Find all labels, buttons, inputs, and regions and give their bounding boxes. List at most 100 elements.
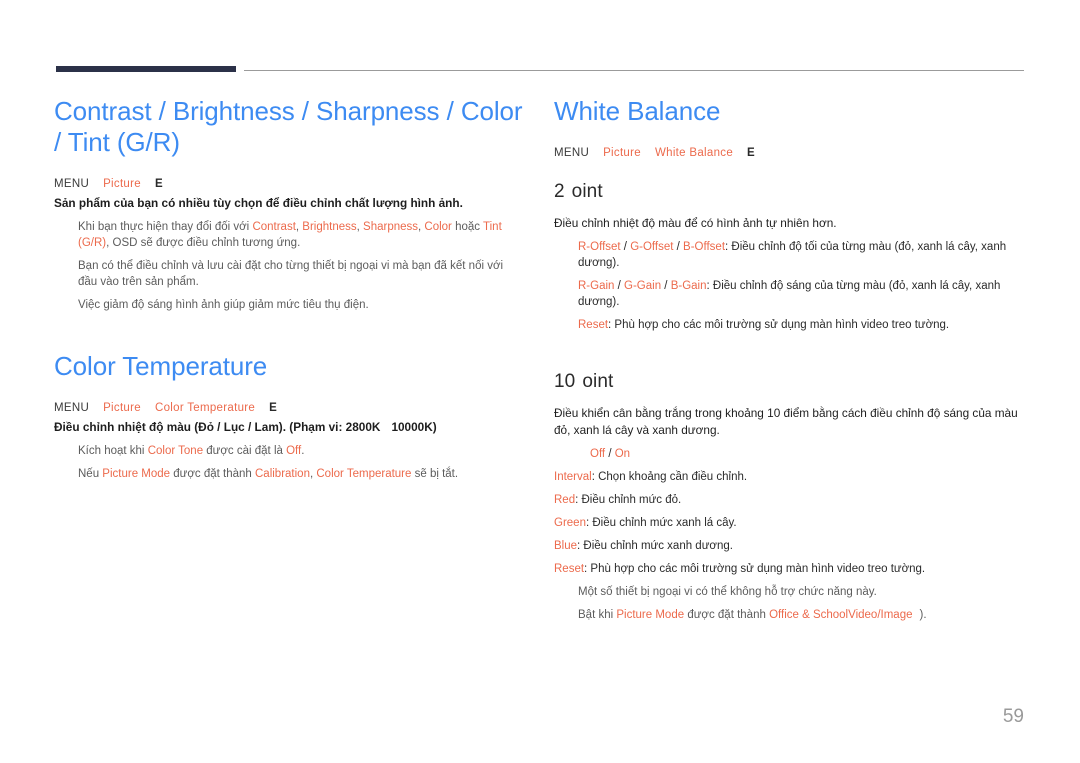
- highlight-g-gain: G-Gain: [624, 280, 662, 292]
- section1-bullet-3: Việc giảm độ sáng hình ảnh giúp giảm mức…: [78, 299, 369, 311]
- right-column: White Balance MENU Picture White Balance E …: [554, 96, 1024, 623]
- header-rule: [56, 66, 1024, 72]
- section1-lead-text: Sản phẩm của bạn có nhiều tùy chọn để đi…: [54, 196, 463, 210]
- highlight-color-temperature: Color Temperature: [316, 468, 412, 480]
- highlight-blue: Blue: [554, 540, 578, 552]
- header-thin-line: [244, 70, 1024, 71]
- page-number: 59: [1002, 706, 1024, 727]
- sub2-onoff-option: Off / On: [590, 446, 1024, 462]
- bullet-text: sẽ bị tắt.: [411, 468, 459, 480]
- menu-path-item-picture: Picture: [103, 178, 141, 190]
- note-text: Bật khi: [578, 609, 617, 621]
- highlight-color: Color: [424, 221, 452, 233]
- left-column: Contrast / Brightness / Sharpness / Colo…: [54, 96, 524, 482]
- highlight-red: Red: [554, 494, 576, 506]
- sub2-note-2: Bật khi Picture Mode được đặt thành Offi…: [578, 607, 1024, 623]
- subheading-number: 2: [554, 181, 565, 202]
- sub1-bullet-offset: R-Offset / G-Offset / B-Offset: Điều chỉ…: [578, 239, 1024, 271]
- highlight-b-offset: B-Offset: [683, 241, 726, 253]
- page-title-color-temperature: Color Temperature: [54, 351, 268, 381]
- highlight-r-gain: R-Gain: [578, 280, 615, 292]
- separator: /: [661, 280, 671, 292]
- menu-path-white-balance: MENU Picture White Balance E: [554, 147, 1024, 159]
- menu-path-color-temperature: MENU Picture Color Temperature E: [54, 402, 524, 414]
- highlight-interval: Interval: [554, 471, 592, 483]
- subheading-word: oint: [571, 181, 603, 202]
- note-text: ).: [919, 609, 927, 621]
- page-title-white-balance: White Balance: [554, 96, 721, 126]
- highlight-video-image: Video/Image: [848, 609, 913, 621]
- option-on: On: [614, 448, 631, 460]
- sub2-bullet-reset: Reset: Phù hợp cho các môi trường sử dụn…: [554, 561, 1024, 577]
- bullet-text: được đặt thành: [170, 468, 255, 480]
- highlight-off: Off: [286, 445, 302, 457]
- lead-range-start: Điều chỉnh nhiệt độ màu (Đỏ / Lục / Lam)…: [54, 420, 381, 434]
- bullet-text: : Điều chỉnh mức xanh dương.: [577, 540, 733, 552]
- highlight-reset: Reset: [578, 319, 609, 331]
- section2-lead-text: Điều chỉnh nhiệt độ màu (Đỏ / Lục / Lam)…: [54, 419, 524, 436]
- menu-path-picture: MENU Picture E: [54, 178, 524, 190]
- highlight-reset: Reset: [554, 563, 585, 575]
- section1-bullet-1: Khi bạn thực hiện thay đổi đối với Contr…: [78, 219, 524, 251]
- section2-bullet-1: Kích hoạt khi Color Tone được cài đặt là…: [78, 443, 524, 459]
- subheading-2-point: 2 oint: [554, 181, 1024, 203]
- bullet-text: : Điều chỉnh mức đỏ.: [575, 494, 682, 506]
- menu-path-item-picture: Picture: [103, 402, 141, 414]
- subheading-number: 10: [554, 371, 576, 392]
- section1-bullet-2: Bạn có thể điều chỉnh và lưu cài đặt cho…: [78, 260, 504, 288]
- sub1-lead-text: Điều chỉnh nhiệt độ màu để có hình ảnh t…: [554, 216, 837, 230]
- enter-key-icon: E: [747, 147, 756, 159]
- separator: /: [673, 241, 684, 253]
- bullet-text: , OSD sẽ được điều chỉnh tương ứng.: [106, 237, 301, 249]
- menu-label: MENU: [554, 147, 590, 159]
- menu-label: MENU: [54, 402, 90, 414]
- sub2-lead-text: Điều khiển cân bằng trắng trong khoảng 1…: [554, 406, 1018, 437]
- separator: /: [620, 241, 631, 253]
- separator: /: [614, 280, 625, 292]
- highlight-calibration: Calibration: [255, 468, 310, 480]
- sub1-bullet-reset: Reset: Phù hợp cho các môi trường sử dụn…: [578, 317, 1024, 333]
- separator: /: [605, 448, 615, 460]
- highlight-sharpness: Sharpness: [363, 221, 419, 233]
- sub1-bullet-gain: R-Gain / G-Gain / B-Gain: Điều chỉnh độ …: [578, 278, 1024, 310]
- bullet-text: Khi bạn thực hiện thay đổi đối với: [78, 221, 253, 233]
- highlight-contrast: Contrast: [252, 221, 296, 233]
- menu-path-item-color-temperature: Color Temperature: [154, 402, 256, 414]
- section2-bullet-2: Nếu Picture Mode được đặt thành Calibrat…: [78, 466, 524, 482]
- subheading-word: oint: [582, 371, 614, 392]
- highlight-r-offset: R-Offset: [578, 241, 621, 253]
- sub2-bullet-red: Red: Điều chỉnh mức đỏ.: [554, 492, 1024, 508]
- bullet-text: Nếu: [78, 468, 103, 480]
- menu-label: MENU: [54, 178, 90, 190]
- bullet-text: : Phù hợp cho các môi trường sử dụng màn…: [584, 563, 926, 575]
- bullet-text: : Điều chỉnh mức xanh lá cây.: [585, 517, 737, 529]
- highlight-b-gain: B-Gain: [670, 280, 707, 292]
- bullet-text: được cài đặt là: [203, 445, 287, 457]
- sub2-bullet-interval: Interval: Chọn khoảng cần điều chỉnh.: [554, 469, 1024, 485]
- bullet-text: .: [301, 445, 305, 457]
- page-title-contrast-brightness: Contrast / Brightness / Sharpness / Colo…: [54, 96, 523, 157]
- bullet-text: : Phù hợp cho các môi trường sử dụng màn…: [608, 319, 950, 331]
- bullet-text: hoặc: [451, 221, 484, 233]
- highlight-brightness: Brightness: [302, 221, 357, 233]
- bullet-text: Kích hoạt khi: [78, 445, 148, 457]
- sub2-bullet-green: Green: Điều chỉnh mức xanh lá cây.: [554, 515, 1024, 531]
- bullet-text: : Chọn khoảng cần điều chỉnh.: [591, 471, 748, 483]
- highlight-green: Green: [554, 517, 586, 529]
- highlight-picture-mode: Picture Mode: [102, 468, 171, 480]
- document-page: Contrast / Brightness / Sharpness / Colo…: [0, 0, 1080, 763]
- enter-key-icon: E: [269, 402, 278, 414]
- highlight-g-offset: G-Offset: [630, 241, 674, 253]
- enter-key-icon: E: [154, 178, 163, 190]
- menu-path-item-picture: Picture: [603, 147, 641, 159]
- highlight-picture-mode: Picture Mode: [616, 609, 685, 621]
- note-text: được đặt thành: [684, 609, 770, 621]
- highlight-color-tone: Color Tone: [147, 445, 204, 457]
- highlight-office-school: Office & School: [769, 609, 849, 621]
- subheading-10-point: 10 oint: [554, 371, 1024, 393]
- lead-range-end: 10000K): [391, 420, 437, 434]
- sub2-note-1: Một số thiết bị ngoại vi có thể không hỗ…: [578, 586, 877, 598]
- menu-path-item-white-balance: White Balance: [654, 147, 734, 159]
- sub2-bullet-blue: Blue: Điều chỉnh mức xanh dương.: [554, 538, 1024, 554]
- option-off: Off: [590, 448, 606, 460]
